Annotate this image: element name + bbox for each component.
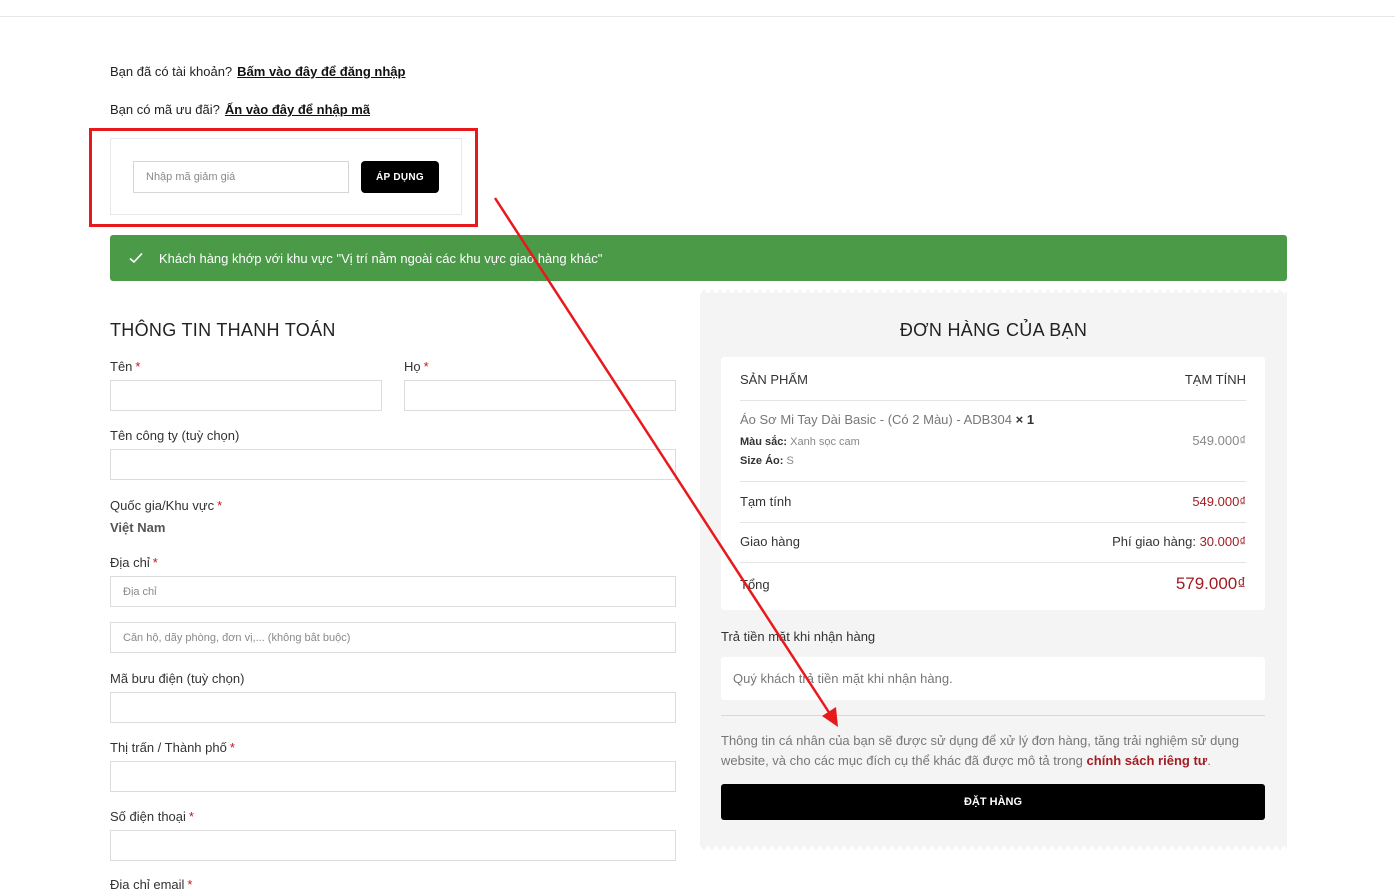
first-name-field[interactable] bbox=[110, 380, 382, 411]
required-mark: * bbox=[188, 809, 194, 824]
size-value: S bbox=[786, 455, 794, 467]
row-divider bbox=[740, 562, 1246, 563]
shipping-fee: Phí giao hàng: 30.000₫ bbox=[1112, 534, 1246, 549]
privacy-notice: Thông tin cá nhân của bạn sẽ được sử dụn… bbox=[721, 731, 1265, 771]
shipping-fee-value: 30.000₫ bbox=[1199, 534, 1246, 549]
first-name-label: Tên * bbox=[110, 359, 140, 374]
required-mark: * bbox=[135, 359, 141, 374]
product-line: Áo Sơ Mi Tay Dài Basic - (Có 2 Màu) - AD… bbox=[740, 412, 1034, 427]
payment-divider bbox=[721, 715, 1265, 716]
login-notice-text: Bạn đã có tài khoản? bbox=[110, 64, 233, 79]
row-divider bbox=[740, 522, 1246, 523]
privacy-policy-link[interactable]: chính sách riêng tư bbox=[1087, 753, 1208, 768]
address2-field[interactable] bbox=[110, 622, 676, 653]
email-label: Địa chỉ email * bbox=[110, 877, 192, 889]
country-label: Quốc gia/Khu vực * bbox=[110, 498, 222, 513]
top-divider bbox=[0, 16, 1395, 17]
required-mark: * bbox=[152, 555, 158, 570]
coupon-link[interactable]: Ấn vào đây để nhập mã bbox=[225, 102, 370, 117]
zigzag-bottom-edge bbox=[700, 845, 1287, 851]
success-banner: Khách hàng khớp với khu vực "Vị trí nằm … bbox=[110, 235, 1287, 281]
product-name: Áo Sơ Mi Tay Dài Basic - (Có 2 Màu) - AD… bbox=[740, 412, 1012, 427]
payment-description: Quý khách trả tiền mặt khi nhận hàng. bbox=[733, 671, 953, 686]
last-name-label-text: Họ bbox=[404, 359, 421, 374]
product-size: Size Áo: S bbox=[740, 455, 794, 467]
billing-title: THÔNG TIN THANH TOÁN bbox=[110, 320, 336, 340]
payment-method-label: Trả tiền mặt khi nhận hàng bbox=[721, 629, 876, 644]
order-title: ĐƠN HÀNG CỦA BẠN bbox=[899, 320, 1088, 340]
total-label: Tổng bbox=[740, 577, 770, 592]
privacy-end: . bbox=[1207, 753, 1211, 768]
country-label-text: Quốc gia/Khu vực bbox=[110, 498, 215, 513]
success-message: Khách hàng khớp với khu vực "Vị trí nằm … bbox=[159, 250, 603, 266]
postcode-field[interactable] bbox=[110, 692, 676, 723]
login-notice: Bạn đã có tài khoản? Bấm vào đây để đăng … bbox=[110, 64, 405, 79]
payment-description-box: Quý khách trả tiền mặt khi nhận hàng. bbox=[721, 657, 1265, 700]
required-mark: * bbox=[423, 359, 429, 374]
place-order-button[interactable]: ĐẶT HÀNG bbox=[721, 784, 1265, 820]
required-mark: * bbox=[229, 740, 235, 755]
product-price: 549.000₫ bbox=[1192, 433, 1246, 448]
city-field[interactable] bbox=[110, 761, 676, 792]
city-label-text: Thị trấn / Thành phố bbox=[110, 740, 227, 755]
postcode-label: Mã bưu điện (tuỳ chọn) bbox=[110, 671, 245, 686]
city-label: Thị trấn / Thành phố * bbox=[110, 740, 235, 755]
subtotal-value: 549.000₫ bbox=[1192, 494, 1246, 509]
address-label: Địa chỉ * bbox=[110, 555, 158, 570]
last-name-label: Họ * bbox=[404, 359, 429, 374]
col-subtotal-header: TẠM TÍNH bbox=[1184, 372, 1246, 387]
address-label-text: Địa chỉ bbox=[110, 555, 150, 570]
shipping-fee-label: Phí giao hàng: bbox=[1112, 534, 1196, 549]
coupon-notice: Bạn có mã ưu đãi? Ấn vào đây để nhập mã bbox=[110, 102, 370, 117]
email-label-text: Địa chỉ email bbox=[110, 877, 185, 889]
address-field[interactable] bbox=[110, 576, 676, 607]
company-label: Tên công ty (tuỳ chọn) bbox=[110, 428, 240, 443]
row-divider bbox=[740, 400, 1246, 401]
phone-label: Số điện thoại * bbox=[110, 809, 194, 824]
row-divider bbox=[740, 481, 1246, 482]
company-field[interactable] bbox=[110, 449, 676, 480]
first-name-label-text: Tên bbox=[110, 359, 133, 374]
subtotal-label: Tạm tính bbox=[740, 494, 792, 509]
annotation-highlight-box bbox=[89, 128, 478, 227]
required-mark: * bbox=[187, 877, 193, 889]
product-color: Màu sắc: Xanh sọc cam bbox=[740, 436, 860, 448]
country-value: Việt Nam bbox=[110, 520, 166, 535]
total-value: 579.000₫ bbox=[1175, 574, 1246, 593]
product-qty: × 1 bbox=[1015, 412, 1035, 427]
last-name-field[interactable] bbox=[404, 380, 676, 411]
phone-label-text: Số điện thoại bbox=[110, 809, 186, 824]
coupon-notice-text: Bạn có mã ưu đãi? bbox=[110, 102, 220, 117]
shipping-label: Giao hàng bbox=[740, 534, 800, 549]
phone-field[interactable] bbox=[110, 830, 676, 861]
required-mark: * bbox=[217, 498, 223, 513]
color-value: Xanh sọc cam bbox=[790, 436, 860, 448]
login-link[interactable]: Bấm vào đây để đăng nhập bbox=[237, 64, 405, 79]
check-icon bbox=[128, 250, 144, 266]
order-table: SẢN PHẨM TẠM TÍNH Áo Sơ Mi Tay Dài Basic… bbox=[721, 357, 1265, 610]
col-product-header: SẢN PHẨM bbox=[740, 372, 808, 387]
size-label: Size Áo: bbox=[740, 455, 784, 467]
color-label: Màu sắc: bbox=[740, 436, 788, 448]
